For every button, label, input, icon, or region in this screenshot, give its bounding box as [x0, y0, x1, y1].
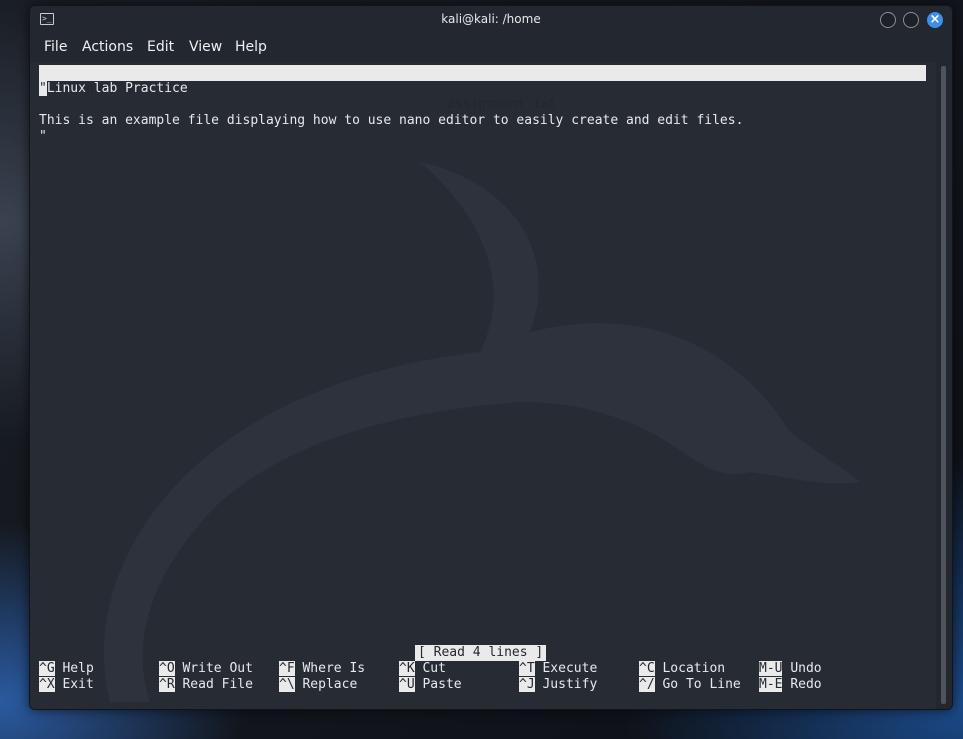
terminal-window: >_ kali@kali: /home × File Actions Edit … — [29, 5, 953, 710]
shortcut-key: M-U — [759, 661, 783, 676]
shortcut-read-file[interactable]: ^R Read File — [159, 677, 253, 693]
shortcut-exit[interactable]: ^X Exit — [39, 677, 94, 693]
shortcut-key: ^X — [39, 677, 55, 692]
line-text: Linux lab Practice — [46, 81, 188, 96]
nano-title-bar: GNU nano 8.1 assignment.txt — [39, 65, 926, 112]
minimize-button[interactable] — [880, 12, 896, 28]
shortcut-key: ^O — [159, 661, 175, 676]
shortcut-label: Where Is — [302, 661, 366, 676]
kali-dragon-watermark — [104, 162, 860, 702]
shortcut-location[interactable]: ^C Location — [639, 661, 725, 677]
terminal-scrollbar[interactable] — [936, 62, 952, 709]
shortcut-justify[interactable]: ^J Justify — [519, 677, 597, 693]
scrollbar-thumb[interactable] — [941, 66, 946, 704]
shortcut-key: ^G — [39, 661, 55, 676]
shortcut-key: ^T — [519, 661, 535, 676]
nano-filename: assignment.txt — [447, 97, 557, 112]
shortcut-key: ^C — [639, 661, 655, 676]
shortcut-label: Undo — [790, 661, 822, 676]
menu-help[interactable]: Help — [235, 39, 267, 55]
shortcut-label: Go To Line — [662, 677, 741, 692]
shortcut-key: ^/ — [639, 677, 655, 692]
shortcut-execute[interactable]: ^T Execute — [519, 661, 597, 677]
shortcut-key: ^R — [159, 677, 175, 692]
shortcut-paste[interactable]: ^U Paste — [399, 677, 462, 693]
shortcut-label: Execute — [542, 661, 598, 676]
shortcut-label: Write Out — [182, 661, 253, 676]
shortcut-label: Exit — [62, 677, 94, 692]
menu-actions[interactable]: Actions — [82, 39, 133, 55]
shortcut-help[interactable]: ^G Help — [39, 661, 94, 677]
shortcut-label: Help — [62, 661, 94, 676]
menu-edit[interactable]: Edit — [147, 39, 174, 55]
menu-file[interactable]: File — [44, 39, 67, 55]
terminal-area[interactable]: GNU nano 8.1 assignment.txt "Linux lab P… — [30, 62, 936, 709]
window-title: kali@kali: /home — [441, 12, 541, 26]
shortcut-label: Location — [662, 661, 726, 676]
shortcut-key: ^U — [399, 677, 415, 692]
shortcut-where-is[interactable]: ^F Where Is — [279, 661, 365, 677]
shortcut-go-to-line[interactable]: ^/ Go To Line — [639, 677, 741, 693]
shortcut-label: Replace — [302, 677, 358, 692]
shortcut-write-out[interactable]: ^O Write Out — [159, 661, 253, 677]
shortcut-key: ^J — [519, 677, 535, 692]
text-cursor: " — [39, 81, 47, 96]
shortcut-key: M-E — [759, 677, 783, 692]
shortcut-undo[interactable]: M-U Undo — [759, 661, 822, 677]
maximize-button[interactable] — [903, 12, 919, 28]
shortcut-label: Cut — [422, 661, 446, 676]
shortcut-key: ^F — [279, 661, 295, 676]
menu-view[interactable]: View — [189, 39, 222, 55]
shortcut-label: Redo — [790, 677, 822, 692]
nano-status-message: [ Read 4 lines ] — [415, 645, 547, 661]
title-bar[interactable]: >_ kali@kali: /home × — [30, 6, 952, 35]
shortcut-label: Justify — [542, 677, 598, 692]
shortcut-cut[interactable]: ^K Cut — [399, 661, 446, 677]
shortcut-label: Paste — [422, 677, 462, 692]
editor-line-4[interactable]: " — [39, 129, 47, 145]
shortcut-key: ^\ — [279, 677, 295, 692]
shortcut-redo[interactable]: M-E Redo — [759, 677, 822, 693]
shortcut-replace[interactable]: ^\ Replace — [279, 677, 357, 693]
close-button[interactable]: × — [927, 12, 943, 28]
editor-line-3[interactable]: This is an example file displaying how t… — [39, 113, 743, 129]
shortcut-key: ^K — [399, 661, 415, 676]
shortcut-label: Read File — [182, 677, 253, 692]
editor-line-1[interactable]: "Linux lab Practice — [39, 81, 188, 97]
menu-bar: File Actions Edit View Help — [30, 36, 952, 60]
